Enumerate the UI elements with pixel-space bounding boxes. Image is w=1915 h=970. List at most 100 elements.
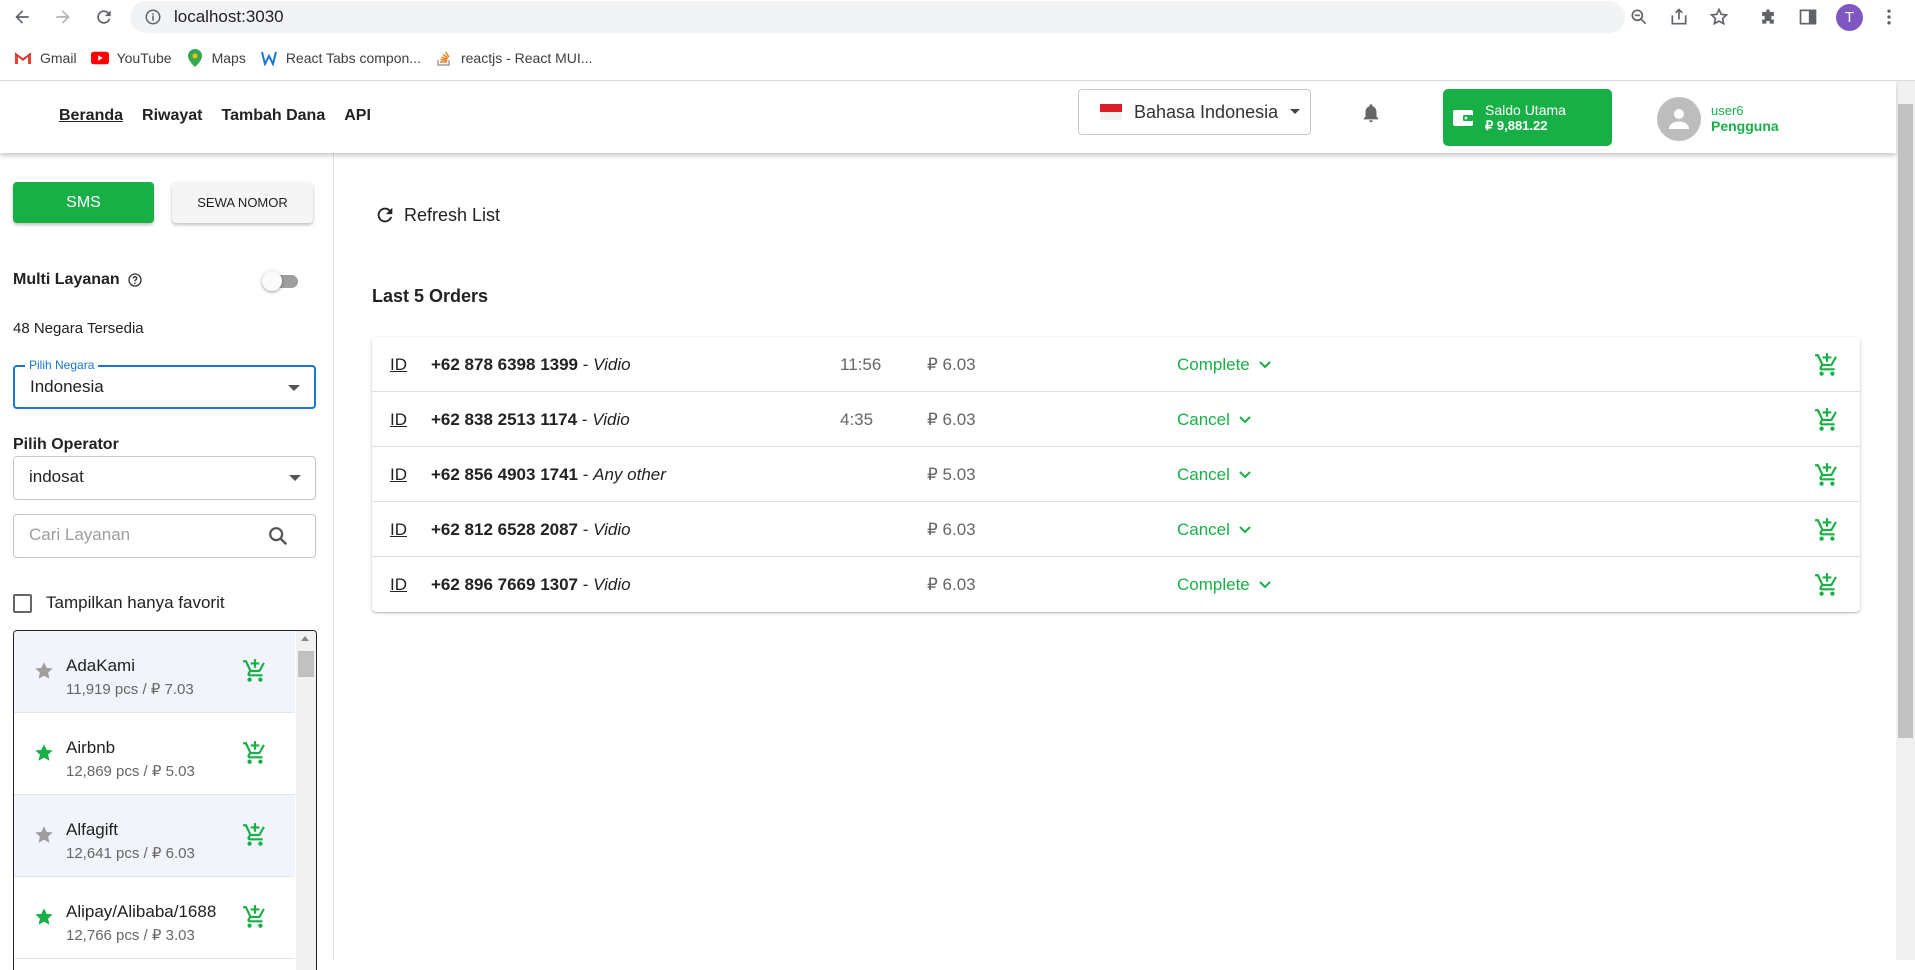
order-status: Complete: [1177, 355, 1250, 374]
chevron-down-icon: [1259, 581, 1271, 589]
country-select[interactable]: Pilih Negara Indonesia: [13, 358, 316, 409]
order-service: Any other: [593, 465, 666, 484]
add-to-cart-icon[interactable]: [242, 822, 268, 848]
notification-bell-icon[interactable]: [1360, 101, 1382, 125]
person-icon: [1669, 109, 1689, 129]
site-info-icon[interactable]: [144, 8, 162, 26]
reload-icon[interactable]: [92, 5, 116, 29]
order-service: Vidio: [593, 575, 631, 594]
service-list-scroll-thumb[interactable]: [298, 651, 314, 677]
language-value: Bahasa Indonesia: [1134, 101, 1279, 122]
add-to-cart-icon[interactable]: [1814, 407, 1840, 433]
share-icon[interactable]: [1667, 5, 1691, 29]
bookmark-label: React Tabs compon...: [285, 50, 421, 66]
page-scrollbar-thumb[interactable]: [1898, 104, 1913, 738]
dropdown-caret-icon: [289, 475, 301, 481]
bookmark-star-icon[interactable]: [1707, 5, 1731, 29]
star-outline-icon[interactable]: [33, 824, 55, 846]
zoom-icon[interactable]: [1627, 5, 1651, 29]
operator-select[interactable]: indosat: [13, 456, 316, 500]
checkbox-box[interactable]: [13, 593, 32, 613]
operator-value: indosat: [29, 467, 84, 486]
order-status-dropdown[interactable]: Cancel: [1177, 465, 1252, 485]
star-outline-icon[interactable]: [33, 660, 55, 682]
chevron-down-icon: [1290, 109, 1300, 114]
address-bar[interactable]: localhost:3030: [130, 1, 1625, 33]
url-text[interactable]: localhost:3030: [174, 7, 284, 27]
country-code-link[interactable]: ID: [390, 575, 407, 595]
add-to-cart-icon[interactable]: [242, 740, 268, 766]
add-to-cart-icon[interactable]: [242, 904, 268, 930]
order-row[interactable]: ID +62 838 2513 1174 - Vidio 4:35 ₽ 6.03…: [372, 392, 1860, 447]
add-to-cart-icon[interactable]: [1814, 462, 1840, 488]
bookmark-label: Maps: [211, 50, 246, 66]
side-panel-icon[interactable]: [1796, 5, 1820, 29]
bookmark-gmail[interactable]: Gmail: [14, 50, 77, 66]
service-meta: 12,766 pcs / ₽ 3.03: [66, 927, 195, 944]
country-code-link[interactable]: ID: [390, 355, 407, 375]
order-row[interactable]: ID +62 896 7669 1307 - Vidio ₽ 6.03 Comp…: [372, 557, 1860, 612]
profile-avatar[interactable]: T: [1836, 4, 1863, 31]
nav-tambah-dana[interactable]: Tambah Dana: [222, 107, 326, 125]
order-row[interactable]: ID +62 812 6528 2087 - Vidio ₽ 6.03 Canc…: [372, 502, 1860, 557]
order-time: 4:35: [840, 410, 874, 429]
back-icon[interactable]: [10, 5, 34, 29]
service-item[interactable]: Airbnb 12,869 pcs / ₽ 5.03: [14, 713, 295, 795]
scroll-up-arrow-icon[interactable]: [301, 636, 309, 641]
order-status-dropdown[interactable]: Cancel: [1177, 520, 1252, 540]
refresh-list-button[interactable]: Refresh List: [374, 204, 500, 226]
service-item[interactable]: AdaKami 11,919 pcs / ₽ 7.03: [14, 631, 295, 713]
service-list-scrollbar[interactable]: [296, 631, 316, 970]
extensions-icon[interactable]: [1756, 5, 1780, 29]
add-to-cart-icon[interactable]: [1814, 517, 1840, 543]
user-avatar[interactable]: [1657, 97, 1701, 141]
country-code-link[interactable]: ID: [390, 520, 407, 540]
nav-riwayat[interactable]: Riwayat: [142, 107, 202, 125]
order-service: Vidio: [593, 520, 631, 539]
language-select[interactable]: Bahasa Indonesia: [1078, 89, 1311, 135]
search-icon[interactable]: [267, 525, 289, 547]
browser-menu-icon[interactable]: [1877, 5, 1901, 29]
orders-title: Last 5 Orders: [372, 286, 489, 306]
maps-icon: [186, 49, 204, 67]
service-name: Alfagift: [66, 820, 118, 839]
bookmark-maps[interactable]: Maps: [186, 49, 246, 67]
bookmark-label: Gmail: [40, 50, 77, 66]
sewa-nomor-tab-button[interactable]: SEWA NOMOR: [172, 182, 313, 223]
favorites-only-checkbox[interactable]: Tampilkan hanya favorit: [13, 593, 225, 613]
bookmarks-bar: Gmail YouTube Maps React Tabs compon... …: [0, 44, 1915, 72]
dark-mode-toggle-icon[interactable]: [1324, 101, 1346, 125]
order-status: Cancel: [1177, 520, 1230, 539]
sms-tab-button[interactable]: SMS: [13, 182, 154, 223]
star-filled-icon[interactable]: [33, 906, 55, 928]
dropdown-caret-icon: [288, 385, 300, 391]
star-filled-icon[interactable]: [33, 742, 55, 764]
balance-text: Saldo Utama ₽ 9,881.22: [1485, 102, 1566, 133]
phone-number: +62 812 6528 2087: [431, 520, 579, 539]
multi-layanan-switch[interactable]: [262, 270, 302, 292]
nav-api[interactable]: API: [344, 107, 371, 125]
stackoverflow-icon: [435, 50, 453, 66]
balance-card[interactable]: Saldo Utama ₽ 9,881.22: [1443, 89, 1612, 146]
help-icon[interactable]: [127, 272, 143, 288]
service-item[interactable]: Alipay/Alibaba/1688 12,766 pcs / ₽ 3.03: [14, 877, 295, 959]
order-status-dropdown[interactable]: Cancel: [1177, 410, 1252, 430]
add-to-cart-icon[interactable]: [1814, 572, 1840, 598]
order-row[interactable]: ID +62 878 6398 1399 - Vidio 11:56 ₽ 6.0…: [372, 337, 1860, 392]
add-to-cart-icon[interactable]: [242, 658, 268, 684]
bookmark-youtube[interactable]: YouTube: [90, 50, 172, 66]
bookmark-react-tabs[interactable]: React Tabs compon...: [260, 50, 421, 66]
add-to-cart-icon[interactable]: [1814, 352, 1840, 378]
service-search-input[interactable]: Cari Layanan: [13, 514, 316, 558]
service-name: AdaKami: [66, 656, 135, 675]
country-code-link[interactable]: ID: [390, 465, 407, 485]
order-status-dropdown[interactable]: Complete: [1177, 575, 1272, 595]
order-status-dropdown[interactable]: Complete: [1177, 355, 1272, 375]
nav-beranda[interactable]: Beranda: [59, 107, 123, 125]
service-meta: 12,869 pcs / ₽ 5.03: [66, 763, 195, 780]
order-row[interactable]: ID +62 856 4903 1741 - Any other ₽ 5.03 …: [372, 447, 1860, 502]
bookmark-reactjs[interactable]: reactjs - React MUI...: [435, 50, 592, 66]
country-code-link[interactable]: ID: [390, 410, 407, 430]
service-item[interactable]: Alfagift 12,641 pcs / ₽ 6.03: [14, 795, 295, 877]
forward-icon[interactable]: [51, 5, 75, 29]
